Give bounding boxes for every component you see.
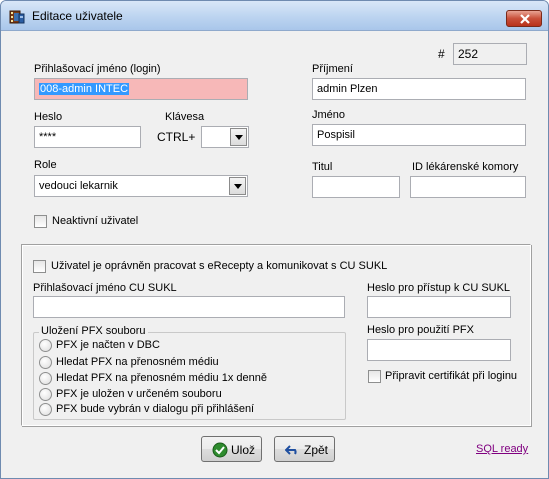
window-title: Editace uživatele <box>32 9 123 23</box>
inactive-user-checkbox[interactable] <box>34 215 47 228</box>
inactive-user-label: Neaktivní uživatel <box>52 215 139 227</box>
title-input[interactable] <box>312 176 400 198</box>
pfx-password-label: Heslo pro použití PFX <box>367 324 474 336</box>
dialog-body: # 252 Přihlašovací jméno (login) 008-adm… <box>4 32 545 476</box>
surname-input[interactable]: admin Plzen <box>312 78 526 100</box>
pfx-option-file-radio[interactable] <box>39 388 52 401</box>
login-value: 008-admin INTEC <box>39 83 130 95</box>
back-button[interactable]: Zpět <box>274 436 335 462</box>
title-label: Titul <box>312 161 333 173</box>
pfx-option-portable-label: Hledat PFX na přenosném médiu <box>56 356 219 368</box>
pharmacy-id-label: ID lékárenské komory <box>412 161 519 173</box>
save-label: Ulož <box>231 443 256 457</box>
hotkey-prefix: CTRL+ <box>157 130 196 144</box>
back-label: Zpět <box>304 443 329 457</box>
pfx-storage-caption: Uložení PFX souboru <box>39 325 148 337</box>
hotkey-label: Klávesa <box>165 111 205 123</box>
user-id-field: 252 <box>453 43 527 65</box>
title-bar[interactable]: Editace uživatele <box>1 1 548 31</box>
role-label: Role <box>34 159 57 171</box>
role-dropdown-button[interactable] <box>229 177 246 195</box>
pfx-option-portable-daily-radio[interactable] <box>39 372 52 385</box>
hotkey-dropdown-button[interactable] <box>230 128 247 146</box>
sukl-access-password-input[interactable] <box>367 296 511 318</box>
app-film-icon <box>9 10 25 24</box>
password-input[interactable]: **** <box>34 126 141 148</box>
pfx-option-file-label: PFX je uložen v určeném souboru <box>56 388 222 400</box>
prepare-certificate-label: Připravit certifikát při loginu <box>385 370 518 382</box>
role-value: vedouci lekarnik <box>39 180 118 192</box>
password-label: Heslo <box>34 111 63 123</box>
role-select[interactable]: vedouci lekarnik <box>34 175 248 197</box>
pfx-password-input[interactable] <box>367 339 511 361</box>
sukl-login-input[interactable] <box>33 296 345 318</box>
erecept-checkbox[interactable] <box>33 260 46 273</box>
pfx-option-portable-daily-label: Hledat PFX na přenosném médiu 1x denně <box>56 372 267 384</box>
name-label: Jméno <box>312 109 346 121</box>
id-hash-label: # <box>438 47 445 61</box>
login-label: Přihlašovací jméno (login) <box>34 63 161 75</box>
login-input[interactable]: 008-admin INTEC <box>34 78 248 100</box>
erecept-label: Uživatel je oprávněn pracovat s eRecepty… <box>51 260 388 272</box>
check-icon <box>212 442 228 458</box>
pfx-option-dialog-radio[interactable] <box>39 403 52 416</box>
chevron-down-icon <box>234 184 242 189</box>
pharmacy-id-input[interactable] <box>410 176 526 198</box>
undo-arrow-icon <box>285 445 297 455</box>
pfx-option-dialog-label: PFX bude vybrán v dialogu při přihlášení <box>56 403 255 415</box>
chevron-down-icon <box>235 135 243 140</box>
prepare-certificate-checkbox[interactable] <box>368 370 381 383</box>
pfx-option-dbc-label: PFX je načten v DBC <box>56 339 160 351</box>
hotkey-select[interactable] <box>201 126 249 148</box>
close-button[interactable] <box>506 10 542 27</box>
save-button[interactable]: Ulož <box>201 436 262 462</box>
sukl-login-label: Přihlašovací jméno CU SUKL <box>33 282 177 294</box>
pfx-option-portable-radio[interactable] <box>39 356 52 369</box>
close-icon <box>520 14 530 24</box>
name-input[interactable]: Pospisil <box>312 124 526 146</box>
sql-status-link[interactable]: SQL ready <box>476 443 528 455</box>
pfx-option-dbc-radio[interactable] <box>39 339 52 352</box>
surname-label: Příjmení <box>312 63 353 75</box>
sukl-access-password-label: Heslo pro přístup k CU SUKL <box>367 282 511 294</box>
edit-user-window: Editace uživatele # 252 Přihlašovací jmé… <box>0 0 549 479</box>
